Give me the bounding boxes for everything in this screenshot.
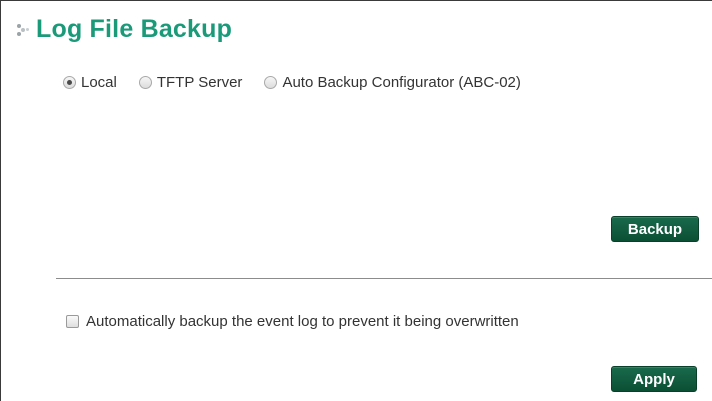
radio-local-button[interactable] [63,76,76,89]
radio-local[interactable]: Local [63,74,117,91]
dots-icon [15,23,31,37]
radio-abc[interactable]: Auto Backup Configurator (ABC-02) [264,74,521,91]
auto-backup-label: Automatically backup the event log to pr… [86,313,519,330]
radio-tftp-server-label: TFTP Server [156,74,243,91]
radio-local-label: Local [81,74,117,91]
radio-tftp-server[interactable]: TFTP Server [138,74,243,91]
radio-abc-label: Auto Backup Configurator (ABC-02) [282,74,521,91]
log-file-backup-panel: Log File Backup Local TFTP Server Auto B… [0,0,712,401]
section-divider [56,278,712,279]
backup-button[interactable]: Backup [611,216,699,242]
auto-backup-checkbox[interactable] [66,315,79,328]
auto-backup-option[interactable]: Automatically backup the event log to pr… [66,313,519,330]
radio-tftp-server-button[interactable] [138,76,152,89]
page-header: Log File Backup [15,15,232,44]
radio-abc-button[interactable] [264,76,278,89]
backup-destination-group: Local TFTP Server Auto Backup Configurat… [63,74,543,91]
page-title: Log File Backup [36,15,233,43]
apply-button[interactable]: Apply [611,366,697,392]
